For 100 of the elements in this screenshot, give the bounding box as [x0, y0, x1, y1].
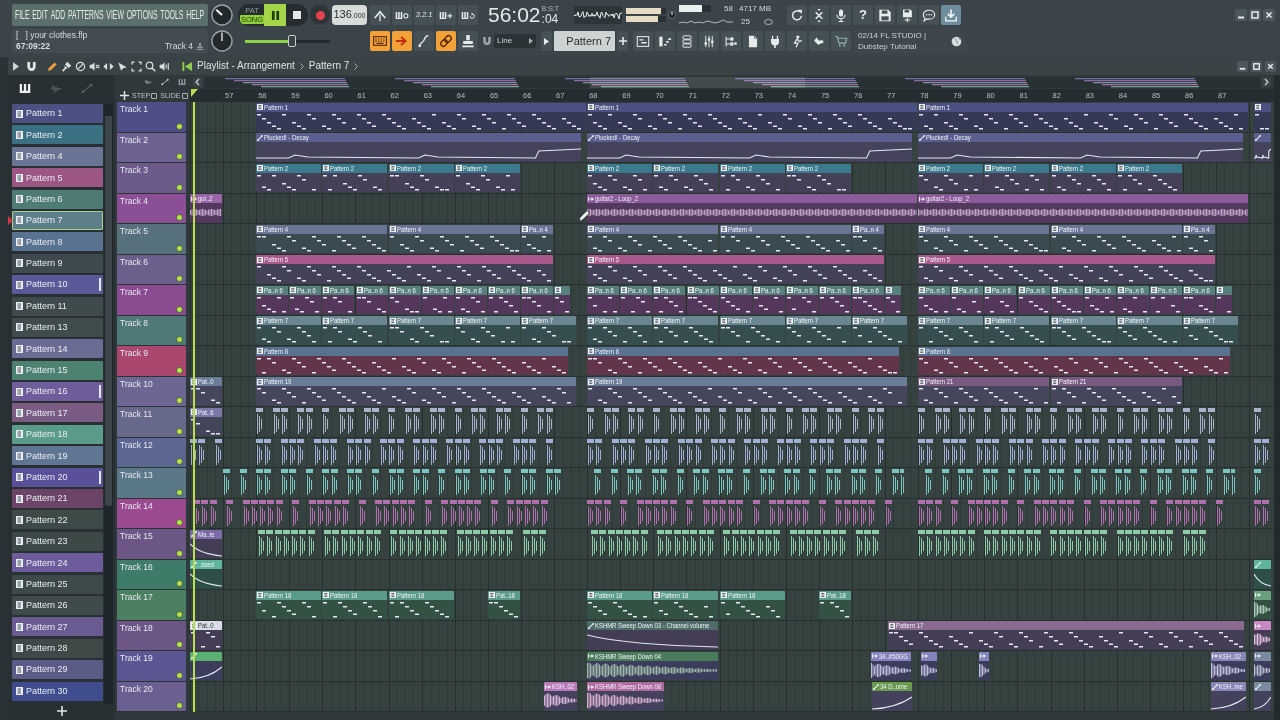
menu-item[interactable]: ADD	[50, 8, 66, 22]
status-dot-icon[interactable]	[176, 641, 183, 648]
pattern-clip[interactable]: Pattern 18	[322, 590, 387, 619]
pattern-clip[interactable]: Pattern 8	[256, 346, 568, 375]
track-header[interactable]: Track 8	[117, 315, 186, 346]
pattern-clip[interactable]: Pa..n 6	[819, 285, 851, 314]
automation-clip[interactable]: ..ssed	[190, 560, 222, 589]
automation-clip[interactable]: KSH..me	[1211, 682, 1246, 711]
toolbar-button[interactable]	[392, 5, 412, 25]
status-dot-icon[interactable]	[176, 702, 183, 709]
pointer-icon[interactable]	[117, 60, 128, 72]
pattern-clip[interactable]: Pa..n 6	[720, 285, 752, 314]
pencil-icon[interactable]	[47, 60, 58, 72]
checkbox[interactable]	[151, 92, 158, 99]
status-dot-icon[interactable]	[176, 610, 183, 618]
pattern-clip[interactable]: Pattern 19	[587, 377, 907, 406]
pattern-item[interactable]: Pattern 1	[12, 104, 103, 123]
mute-icon[interactable]	[89, 60, 100, 72]
snap-dropdown[interactable]: Line	[494, 34, 536, 48]
pattern-clip[interactable]: Pattern 2	[587, 163, 652, 192]
plus-icon[interactable]	[57, 706, 67, 716]
pattern-clip[interactable]: Pa..n 6	[687, 285, 719, 314]
pattern-clip[interactable]: Pattern 1	[256, 102, 586, 131]
drum-hits-drawing[interactable]	[258, 530, 549, 558]
breadcrumb-item[interactable]: Pattern 7	[308, 60, 350, 72]
pattern-clip[interactable]: Pa..n 6	[488, 285, 520, 314]
pattern-clip[interactable]: Pa..n 4	[1183, 224, 1215, 253]
pattern-clip[interactable]: Pattern 4	[918, 224, 1049, 253]
pattern-clip[interactable]: Pa..n 6	[786, 285, 818, 314]
maximize-icon[interactable]	[1249, 9, 1261, 21]
status-dot-icon[interactable]	[176, 183, 183, 191]
toolbar-button[interactable]	[831, 31, 851, 51]
toolbar-button[interactable]	[436, 5, 456, 25]
magnifier-icon[interactable]	[145, 60, 156, 72]
drum-hits-drawing[interactable]	[256, 438, 556, 467]
drum-hits-drawing[interactable]	[193, 499, 550, 528]
menu-item[interactable]: EDIT	[32, 8, 48, 22]
pattern-clip[interactable]: Pat..0	[190, 377, 222, 406]
menu-item[interactable]: TOOLS	[160, 8, 184, 22]
pattern-item[interactable]: Pattern 25	[12, 574, 103, 594]
pattern-clip[interactable]: Pa..n 6	[1084, 285, 1116, 314]
pattern-clip[interactable]: Pattern 2	[256, 163, 321, 192]
pattern-clip[interactable]: Pattern 8	[587, 346, 899, 375]
pattern-item[interactable]: Pattern 30	[12, 681, 103, 701]
pattern-selector[interactable]: Pattern 7	[554, 31, 615, 51]
toolbar-button[interactable]	[765, 31, 785, 51]
pattern-item[interactable]: Pattern 27	[12, 617, 103, 637]
drum-hits-drawing[interactable]	[925, 469, 1236, 497]
brush-icon[interactable]	[61, 60, 72, 72]
track-header[interactable]: Track 5	[117, 224, 186, 255]
pattern-clip[interactable]: Pa..n 6	[984, 285, 1016, 314]
pattern-clip[interactable]: Pattern 21	[1051, 377, 1182, 406]
drum-hits-drawing[interactable]	[591, 530, 882, 558]
audio-clip[interactable]: KSHMR Sweep Down 08	[587, 682, 664, 711]
pattern-clip[interactable]: Pa..n 6	[322, 285, 354, 314]
pattern-item[interactable]: Pattern 19	[12, 446, 103, 466]
track-header[interactable]: Track 2	[117, 132, 186, 163]
scrollbar[interactable]	[104, 104, 113, 704]
track-header[interactable]: Track 20	[117, 681, 186, 712]
pattern-clip[interactable]: Pattern 7	[256, 316, 321, 345]
pattern-clip[interactable]: Pat..18	[819, 590, 851, 619]
audio-clip[interactable]: gui..2	[190, 194, 222, 223]
knob-icon[interactable]	[668, 11, 676, 19]
pattern-clip[interactable]: Pattern 7	[389, 316, 454, 345]
pattern-item[interactable]: Pattern 29	[12, 660, 103, 680]
status-dot-icon[interactable]	[176, 153, 183, 160]
toolbar-button[interactable]	[809, 5, 829, 25]
pattern-clip[interactable]	[885, 285, 901, 314]
speaker-icon[interactable]	[159, 60, 170, 72]
status-dot-icon[interactable]	[176, 305, 183, 313]
pattern-clip[interactable]: Pattern 4	[256, 224, 387, 253]
track-header[interactable]: Track 15	[117, 529, 186, 560]
audio-clip[interactable]: guitar2 - Loop_2	[918, 194, 1248, 223]
toolbar-button[interactable]	[721, 31, 741, 51]
audio-clip[interactable]: KSH..02	[544, 682, 577, 711]
pattern-clip[interactable]: Pattern 7	[1183, 316, 1238, 345]
track-header[interactable]: Track 14	[117, 498, 186, 529]
track-header[interactable]: Track 12	[117, 437, 186, 468]
pattern-clip[interactable]: Pa..n 6	[1117, 285, 1149, 314]
automation-clip[interactable]	[1254, 133, 1271, 162]
pattern-clip[interactable]: Pa..n 4	[521, 224, 553, 253]
audio-clip[interactable]	[1254, 621, 1271, 650]
pattern-item[interactable]: Pattern 10	[12, 275, 103, 295]
toggle-button[interactable]	[458, 31, 478, 51]
pattern-clip[interactable]: Pattern 7	[984, 316, 1049, 345]
pattern-item[interactable]: Pattern 22	[12, 510, 103, 530]
pattern-clip[interactable]: Pattern 18	[389, 590, 454, 619]
audio-clip[interactable]: KSH..02	[1211, 651, 1246, 680]
audio-clip[interactable]: KSHMR Sweep Down 04	[587, 651, 718, 680]
pattern-clip[interactable]: Pa..n 6	[918, 285, 950, 314]
track-header[interactable]: Track 3	[117, 163, 186, 194]
minimize-icon[interactable]	[1237, 60, 1248, 72]
pattern-clip[interactable]: Pa..n 6	[1183, 285, 1215, 314]
pattern-clip[interactable]: Pattern 2	[653, 163, 718, 192]
scrollbar[interactable]	[1274, 75, 1280, 720]
pattern-item[interactable]: Pattern 14	[12, 339, 103, 359]
checkbox[interactable]	[181, 92, 188, 99]
track-header[interactable]: Track 16	[117, 559, 186, 590]
audio-clip[interactable]: 34..#50GG	[871, 651, 911, 680]
track-header[interactable]: Track 9	[117, 346, 186, 377]
